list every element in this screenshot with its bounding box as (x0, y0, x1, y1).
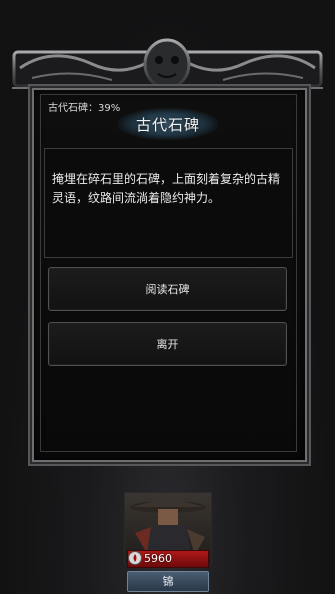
hp-value: 5960 (144, 552, 172, 565)
character-name-plate[interactable]: 锦 (127, 571, 209, 592)
hp-drop-icon (128, 551, 142, 565)
event-progress-label: 古代石碑：39% (48, 103, 121, 114)
event-title: 古代石碑 (135, 116, 200, 134)
read-stele-button[interactable]: 阅读石碑 (48, 267, 287, 311)
leave-button-label: 离开 (156, 338, 179, 351)
game-screen: 古代石碑：39% 古代石碑 掩埋在碎石里的石碑，上面刻着复杂的古精灵语，纹路间流… (0, 0, 335, 594)
ornate-frame-crest (12, 38, 323, 90)
leave-button[interactable]: 离开 (48, 322, 287, 366)
read-stele-button-label: 阅读石碑 (145, 283, 190, 296)
event-description: 掩埋在碎石里的石碑，上面刻着复杂的古精灵语，纹路间流淌着隐约神力。 (52, 172, 281, 205)
